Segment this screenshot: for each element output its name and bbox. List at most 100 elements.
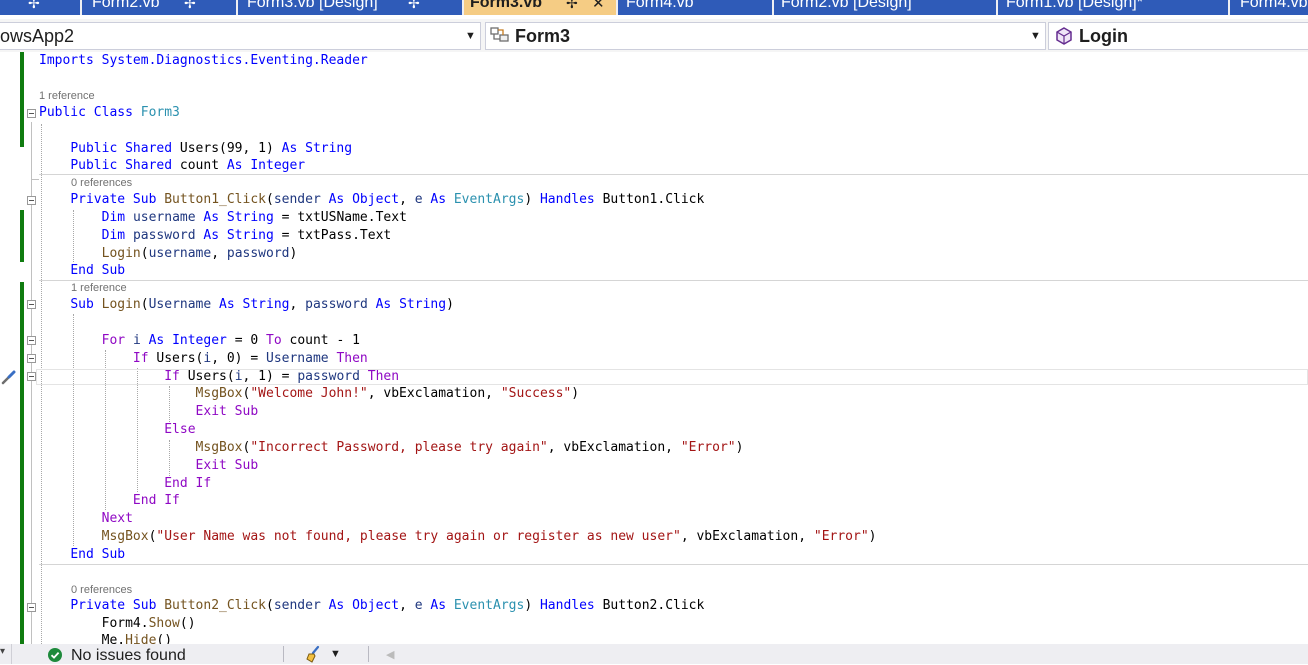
method-separator (39, 280, 1308, 281)
code-line[interactable]: Login(username, password) (39, 245, 298, 263)
code-line[interactable]: End If (39, 475, 211, 493)
code-line[interactable]: MsgBox("User Name was not found, please … (39, 528, 877, 546)
navigation-bar: owsApp2 ▼ Form3 ▼ Login (0, 19, 1308, 52)
code-line[interactable]: Dim password As String = txtPass.Text (39, 227, 392, 245)
pin-icon[interactable]: ✢ (408, 0, 420, 11)
scroll-left-icon[interactable]: ▾ (0, 646, 5, 657)
dropdown-arrow-icon[interactable]: ▼ (1030, 23, 1041, 49)
document-tab-strip: ✢ Form2.vb ✢ Form3.vb [Design] ✢ Form3.v… (0, 0, 1308, 15)
project-dropdown[interactable]: owsApp2 ▼ (0, 22, 481, 50)
codelens-references[interactable]: 0 references (71, 584, 132, 597)
tab-form2-vb[interactable]: Form2.vb ✢ (82, 0, 236, 15)
collapse-icon[interactable] (27, 372, 36, 381)
tab-label: Form2.vb [Design] (781, 0, 912, 11)
dropdown-arrow-icon[interactable]: ▼ (465, 23, 476, 49)
code-line[interactable]: Imports System.Diagnostics.Eventing.Read… (39, 52, 368, 70)
divider (283, 646, 284, 662)
outline-line (31, 179, 39, 180)
imports-statement: Imports System.Diagnostics.Eventing.Read… (39, 53, 368, 68)
issues-status[interactable]: No issues found (71, 647, 186, 665)
class-dropdown[interactable]: Form3 ▼ (485, 22, 1046, 50)
tab-form1-vb-design[interactable]: Form1.vb [Design]* (998, 0, 1228, 15)
pin-icon[interactable]: ✢ (184, 0, 196, 11)
change-bar (20, 52, 24, 147)
method-icon (1056, 27, 1072, 45)
screwdriver-icon[interactable] (0, 368, 18, 386)
pin-icon[interactable]: ✢ (28, 0, 40, 11)
code-line[interactable]: MsgBox("Incorrect Password, please try a… (39, 439, 744, 457)
keyword: As (226, 158, 243, 173)
string-literal: "Error" (680, 440, 736, 455)
type-name: Integer (250, 158, 306, 173)
class-dropdown-value: Form3 (515, 26, 571, 46)
string-literal: "Success" (500, 386, 572, 401)
tab-form2-vb-design[interactable]: Form2.vb [Design] (774, 0, 996, 15)
collapse-icon[interactable] (27, 196, 36, 205)
keyword: Public Class (39, 105, 133, 120)
codelens-references[interactable]: 1 reference (39, 90, 95, 103)
code-line[interactable]: Else (39, 421, 195, 439)
close-icon[interactable]: ✕ (592, 0, 605, 12)
codelens-references[interactable]: 1 reference (71, 282, 127, 295)
change-bar (20, 282, 24, 644)
code-line[interactable]: Public Shared count As Integer (39, 157, 305, 175)
editor-status-bar: ▾ No issues found ▼ ◀ (0, 644, 1308, 664)
code-line[interactable]: End Sub (39, 262, 125, 280)
member-dropdown-value: Login (1079, 26, 1128, 46)
collapse-icon[interactable] (27, 603, 36, 612)
string-literal: "Error" (813, 529, 869, 544)
code-line[interactable]: Sub Login(Username As String, password A… (39, 296, 454, 314)
tab-form3-vb-design[interactable]: Form3.vb [Design] ✢ (238, 0, 462, 15)
code-line[interactable]: End Sub (39, 546, 125, 564)
tab-label: Form4.vb (1240, 0, 1308, 11)
collapse-icon[interactable] (27, 354, 36, 363)
tab-form4-vb-2[interactable]: Form4.vb (1230, 0, 1308, 15)
string-literal: "Incorrect Password, please try again" (250, 440, 548, 455)
divider (11, 644, 12, 664)
code-line[interactable]: Next (39, 510, 133, 528)
check-circle-icon (48, 648, 62, 662)
scroll-left-icon[interactable]: ◀ (386, 648, 394, 661)
tab-form3-vb[interactable]: Form3.vb ✢ ✕ (464, 0, 616, 15)
code-line[interactable]: Public Shared Users(99, 1) As String (39, 140, 352, 158)
method-separator (39, 564, 1308, 565)
codelens-references[interactable]: 0 references (71, 177, 132, 190)
field-name: count (179, 158, 220, 173)
tab-label: Form3.vb (470, 0, 543, 11)
field-name: Users(99, 1) (179, 141, 274, 156)
code-line[interactable]: Me.Hide() (39, 632, 172, 644)
pin-icon[interactable]: ✢ (566, 0, 578, 11)
collapse-icon[interactable] (27, 336, 36, 345)
code-line[interactable]: MsgBox("Welcome John!", vbExclamation, "… (39, 385, 580, 403)
code-line[interactable]: If Users(i, 1) = password Then (39, 368, 399, 386)
tab-label: Form3.vb [Design] (247, 0, 378, 11)
string-literal: "User Name was not found, please try aga… (156, 529, 681, 544)
code-line[interactable]: End If (39, 492, 180, 510)
code-line[interactable]: Dim username As String = txtUSName.Text (39, 209, 407, 227)
keyword: Public Shared (70, 141, 173, 156)
chevron-down-icon[interactable]: ▼ (330, 648, 341, 660)
tab-label: Form4.vb (626, 0, 694, 11)
divider (368, 646, 369, 662)
code-line[interactable]: For i As Integer = 0 To count - 1 (39, 332, 360, 350)
code-line[interactable]: Private Sub Button2_Click(sender As Obje… (39, 597, 704, 615)
tab-form4-vb[interactable]: Form4.vb (618, 0, 772, 15)
code-line[interactable]: Exit Sub (39, 403, 259, 421)
change-bar (20, 210, 24, 262)
tab-label: Form2.vb (92, 0, 160, 11)
class-name: Form3 (140, 105, 180, 120)
code-line[interactable]: Public Class Form3 (39, 104, 180, 122)
project-dropdown-value: owsApp2 (0, 26, 75, 46)
brush-icon[interactable] (305, 645, 325, 663)
code-editor[interactable]: Imports System.Diagnostics.Eventing.Read… (0, 52, 1308, 644)
collapse-icon[interactable] (27, 300, 36, 309)
class-icon (490, 27, 509, 42)
member-dropdown[interactable]: Login (1048, 22, 1308, 50)
collapse-icon[interactable] (27, 109, 36, 118)
string-literal: "Welcome John!" (250, 386, 368, 401)
code-line[interactable]: Form4.Show() (39, 615, 196, 633)
code-line[interactable]: Exit Sub (39, 457, 259, 475)
code-line[interactable]: Private Sub Button1_Click(sender As Obje… (39, 191, 704, 209)
code-line[interactable]: If Users(i, 0) = Username Then (39, 350, 368, 368)
tab-overflow[interactable]: ✢ (0, 0, 80, 15)
